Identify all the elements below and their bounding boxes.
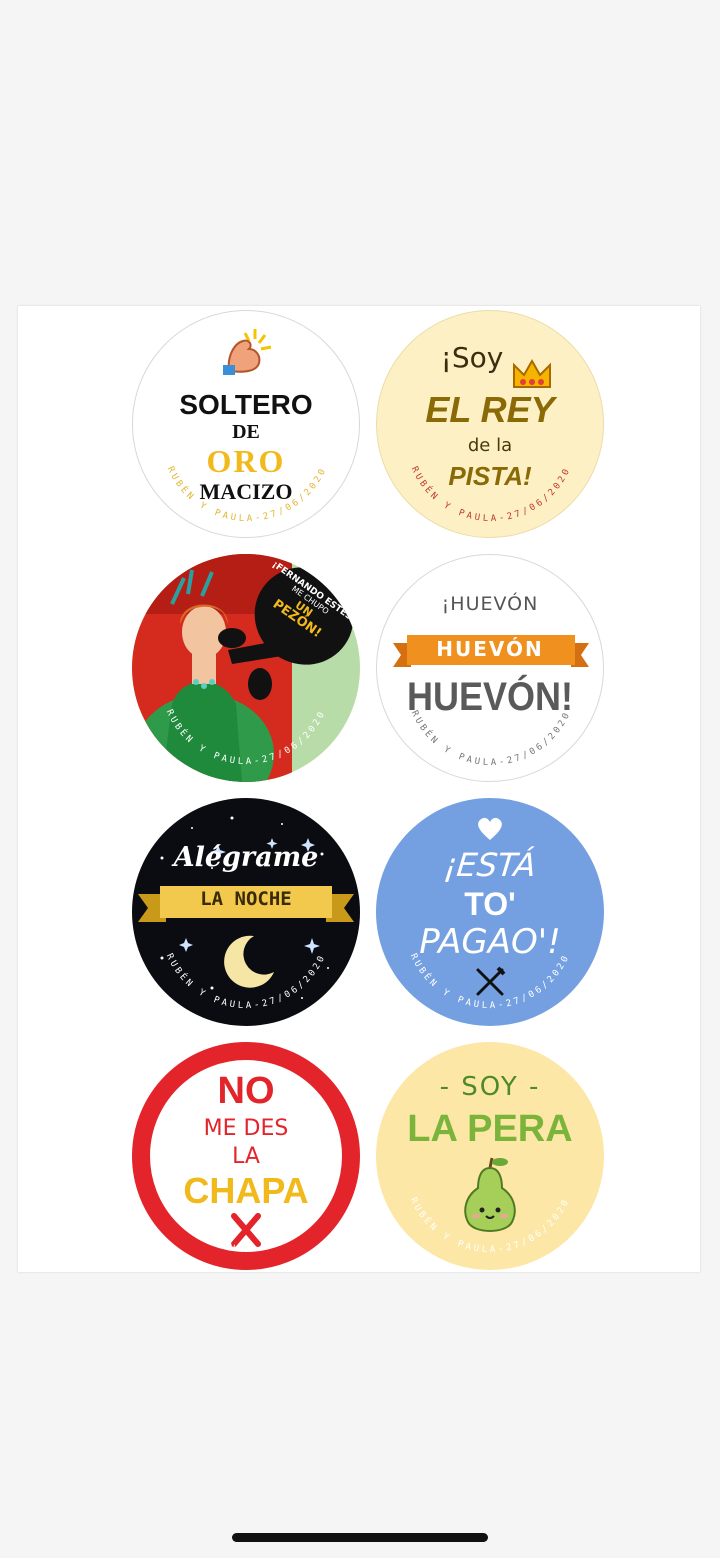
home-indicator[interactable] <box>232 1533 488 1542</box>
badge-noche-footer: RUBÉN Y PAULA-27/06/2020 <box>164 952 325 1011</box>
svg-text:RUBÉN Y PAULA-27/06/2020: RUBÉN Y PAULA-27/06/2020 <box>164 708 328 767</box>
badge-huevon-footer: RUBÉN Y PAULA-27/06/2020 <box>409 709 570 768</box>
badge-pagao-footer-arc: RUBÉN Y PAULA-27/06/2020 <box>408 952 572 1011</box>
badge-fernando-footer-arc: RUBÉN Y PAULA-27/06/2020 <box>164 708 328 767</box>
svg-text:RUBÉN Y PAULA-27/06/2020: RUBÉN Y PAULA-27/06/2020 <box>408 1196 572 1255</box>
badge-fernando: ¡FERNANDO ESTESO ME CHUPO UN PEZÓN! RUBÉ… <box>132 554 360 782</box>
badge-noche: Alégrame LA NOCHE RUBÉN Y PAULA-27/06/20… <box>132 798 360 1026</box>
badge-rey-footer-arc: RUBÉN Y PAULA-27/06/2020 <box>409 465 573 524</box>
badge-huevon-footer-arc: RUBÉN Y PAULA-27/06/2020 <box>409 709 573 768</box>
badge-pagao: ¡ESTÁ TO' PAGAO'! RUBÉN Y PAULA-27/06/20… <box>376 798 604 1026</box>
badge-rey: ¡Soy EL REY de la PISTA! RUBÉN Y PAULA-2… <box>376 310 604 538</box>
badge-rey-footer: RUBÉN Y PAULA-27/06/2020 <box>409 465 570 524</box>
svg-text:RUBÉN Y PAULA-27/06/2020: RUBÉN Y PAULA-27/06/2020 <box>408 952 572 1011</box>
badge-noche-footer-arc: RUBÉN Y PAULA-27/06/2020 <box>164 952 328 1011</box>
badge-pera: - SOY - LA PERA RUBÉN Y PAULA-27/06/2020 <box>376 1042 604 1270</box>
badge-soltero: SOLTERO DE ORO MACIZO RUBÉN Y PAULA-27/0… <box>132 310 360 538</box>
badge-pera-footer-arc: RUBÉN Y PAULA-27/06/2020 <box>408 1196 572 1255</box>
sticker-sheet: SOLTERO DE ORO MACIZO RUBÉN Y PAULA-27/0… <box>18 306 700 1272</box>
badge-soltero-footer-arc: RUBÉN Y PAULA-27/06/2020 <box>165 465 329 524</box>
badge-chapa-footer-arc: RUBÉN Y PAULA-27/06/2020 <box>164 1196 328 1255</box>
badge-huevon: ¡HUEVÓN HUEVÓN HUEVÓN! RUBÉN Y PAULA-27/… <box>376 554 604 782</box>
badge-pera-footer: RUBÉN Y PAULA-27/06/2020 <box>408 1196 569 1255</box>
badge-chapa: NO ME DES LA CHAPA RUBÉN Y PAULA-27/06/2… <box>132 1042 360 1270</box>
svg-text:RUBÉN Y PAULA-27/06/2020: RUBÉN Y PAULA-27/06/2020 <box>164 1196 328 1255</box>
badge-chapa-footer: RUBÉN Y PAULA-27/06/2020 <box>164 1196 325 1252</box>
svg-text:RUBÉN Y PAULA-27/06/2020: RUBÉN Y PAULA-27/06/2020 <box>164 952 328 1011</box>
badge-soltero-footer: RUBÉN Y PAULA-27/06/2020 <box>165 465 326 524</box>
svg-text:RUBÉN Y PAULA-27/06/2020: RUBÉN Y PAULA-27/06/2020 <box>165 465 329 524</box>
badge-fernando-footer: RUBÉN Y PAULA-27/06/2020 <box>164 708 325 767</box>
badge-pagao-footer: RUBÉN Y PAULA-27/06/2020 <box>408 952 569 1011</box>
svg-text:RUBÉN Y PAULA-27/06/2020: RUBÉN Y PAULA-27/06/2020 <box>409 465 573 524</box>
svg-text:RUBÉN Y PAULA-27/06/2020: RUBÉN Y PAULA-27/06/2020 <box>409 709 573 768</box>
